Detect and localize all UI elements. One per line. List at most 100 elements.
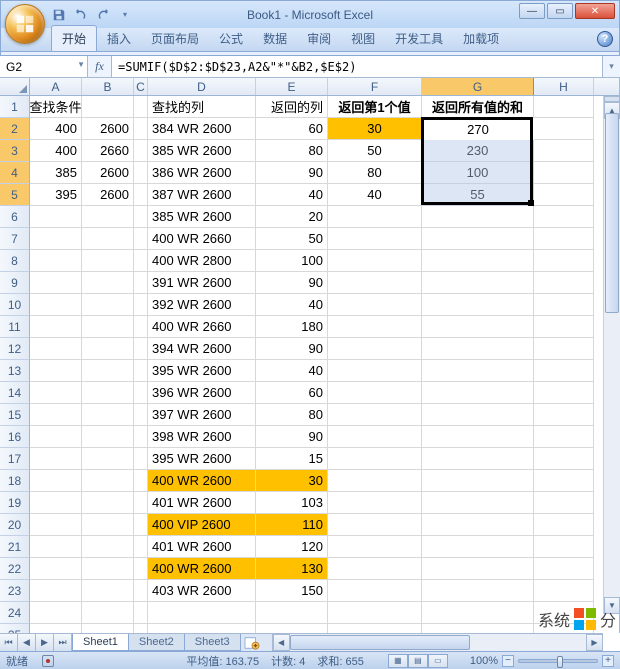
sheet-next-icon[interactable]: ▶ [36, 634, 54, 651]
cell-H14[interactable] [534, 382, 594, 404]
scroll-left-icon[interactable]: ◀ [273, 634, 290, 651]
cell-H23[interactable] [534, 580, 594, 602]
cell-F1[interactable]: 返回第1个值 [328, 96, 422, 118]
zoom-in-icon[interactable]: + [602, 655, 614, 667]
cell-F3[interactable]: 50 [328, 140, 422, 162]
cell-C7[interactable] [134, 228, 148, 250]
cell-B25[interactable] [82, 624, 134, 633]
cell-C12[interactable] [134, 338, 148, 360]
row-header-16[interactable]: 16 [0, 426, 30, 448]
cell-G14[interactable] [422, 382, 534, 404]
column-header-D[interactable]: D [148, 78, 256, 95]
cell-B11[interactable] [82, 316, 134, 338]
cell-F18[interactable] [328, 470, 422, 492]
sheet-tab-3[interactable]: Sheet3 [184, 634, 241, 651]
cell-H6[interactable] [534, 206, 594, 228]
cell-D3[interactable]: 385 WR 2600 [148, 140, 256, 162]
cell-E5[interactable]: 40 [256, 184, 328, 206]
undo-icon[interactable] [73, 7, 89, 23]
cell-E8[interactable]: 100 [256, 250, 328, 272]
cell-F25[interactable] [328, 624, 422, 633]
row-header-3[interactable]: 3 [0, 140, 30, 162]
cell-A20[interactable] [30, 514, 82, 536]
cell-E13[interactable]: 40 [256, 360, 328, 382]
cell-H25[interactable] [534, 624, 594, 633]
name-box[interactable]: G2 ▼ [0, 56, 88, 77]
cell-D19[interactable]: 401 WR 2600 [148, 492, 256, 514]
row-header-12[interactable]: 12 [0, 338, 30, 360]
row-header-24[interactable]: 24 [0, 602, 30, 624]
cell-D20[interactable]: 400 VIP 2600 [148, 514, 256, 536]
column-header-H[interactable]: H [534, 78, 594, 95]
row-header-7[interactable]: 7 [0, 228, 30, 250]
cell-B16[interactable] [82, 426, 134, 448]
cell-G24[interactable] [422, 602, 534, 624]
cell-D18[interactable]: 400 WR 2600 [148, 470, 256, 492]
tab-review[interactable]: 审阅 [297, 26, 341, 51]
cell-F8[interactable] [328, 250, 422, 272]
insert-sheet-icon[interactable] [240, 634, 264, 651]
cell-A6[interactable] [30, 206, 82, 228]
cell-H8[interactable] [534, 250, 594, 272]
cell-E14[interactable]: 60 [256, 382, 328, 404]
cell-F24[interactable] [328, 602, 422, 624]
qat-customize-icon[interactable]: ▾ [117, 7, 133, 23]
row-header-2[interactable]: 2 [0, 118, 30, 140]
cell-B21[interactable] [82, 536, 134, 558]
row-header-13[interactable]: 13 [0, 360, 30, 382]
save-icon[interactable] [51, 7, 67, 23]
cell-H12[interactable] [534, 338, 594, 360]
cell-G8[interactable] [422, 250, 534, 272]
cell-E16[interactable]: 90 [256, 426, 328, 448]
cell-D8[interactable]: 400 WR 2800 [148, 250, 256, 272]
name-box-dropdown-icon[interactable]: ▼ [77, 60, 85, 69]
cell-G4[interactable]: 100 [422, 162, 534, 184]
cell-A24[interactable] [30, 602, 82, 624]
cell-H4[interactable] [534, 162, 594, 184]
view-page-layout-icon[interactable]: ▤ [408, 654, 428, 668]
row-header-19[interactable]: 19 [0, 492, 30, 514]
cell-F13[interactable] [328, 360, 422, 382]
row-header-5[interactable]: 5 [0, 184, 30, 206]
cell-B18[interactable] [82, 470, 134, 492]
cell-B5[interactable]: 2600 [82, 184, 134, 206]
zoom-out-icon[interactable]: − [502, 655, 514, 667]
cell-A14[interactable] [30, 382, 82, 404]
cell-G1[interactable]: 返回所有值的和 [422, 96, 534, 118]
cell-F14[interactable] [328, 382, 422, 404]
zoom-slider[interactable] [518, 659, 598, 663]
cell-F15[interactable] [328, 404, 422, 426]
redo-icon[interactable] [95, 7, 111, 23]
cell-H24[interactable] [534, 602, 594, 624]
row-header-4[interactable]: 4 [0, 162, 30, 184]
row-header-11[interactable]: 11 [0, 316, 30, 338]
cell-C5[interactable] [134, 184, 148, 206]
cell-F16[interactable] [328, 426, 422, 448]
row-header-6[interactable]: 6 [0, 206, 30, 228]
cell-B14[interactable] [82, 382, 134, 404]
cell-A13[interactable] [30, 360, 82, 382]
view-page-break-icon[interactable]: ▭ [428, 654, 448, 668]
horizontal-scrollbar[interactable]: ◀ ▶ [272, 634, 603, 651]
cell-B22[interactable] [82, 558, 134, 580]
cell-H7[interactable] [534, 228, 594, 250]
cell-H22[interactable] [534, 558, 594, 580]
cell-E7[interactable]: 50 [256, 228, 328, 250]
cell-G7[interactable] [422, 228, 534, 250]
cell-H16[interactable] [534, 426, 594, 448]
cell-F4[interactable]: 80 [328, 162, 422, 184]
cell-E10[interactable]: 40 [256, 294, 328, 316]
tab-home[interactable]: 开始 [51, 25, 97, 51]
hscroll-track[interactable] [290, 634, 586, 651]
cell-F5[interactable]: 40 [328, 184, 422, 206]
cell-B19[interactable] [82, 492, 134, 514]
select-all-corner[interactable] [0, 78, 30, 95]
cell-B13[interactable] [82, 360, 134, 382]
cell-H15[interactable] [534, 404, 594, 426]
cell-G6[interactable] [422, 206, 534, 228]
cell-F20[interactable] [328, 514, 422, 536]
cell-D22[interactable]: 400 WR 2600 [148, 558, 256, 580]
cell-D10[interactable]: 392 WR 2600 [148, 294, 256, 316]
tab-dev[interactable]: 开发工具 [385, 26, 453, 51]
cell-C14[interactable] [134, 382, 148, 404]
